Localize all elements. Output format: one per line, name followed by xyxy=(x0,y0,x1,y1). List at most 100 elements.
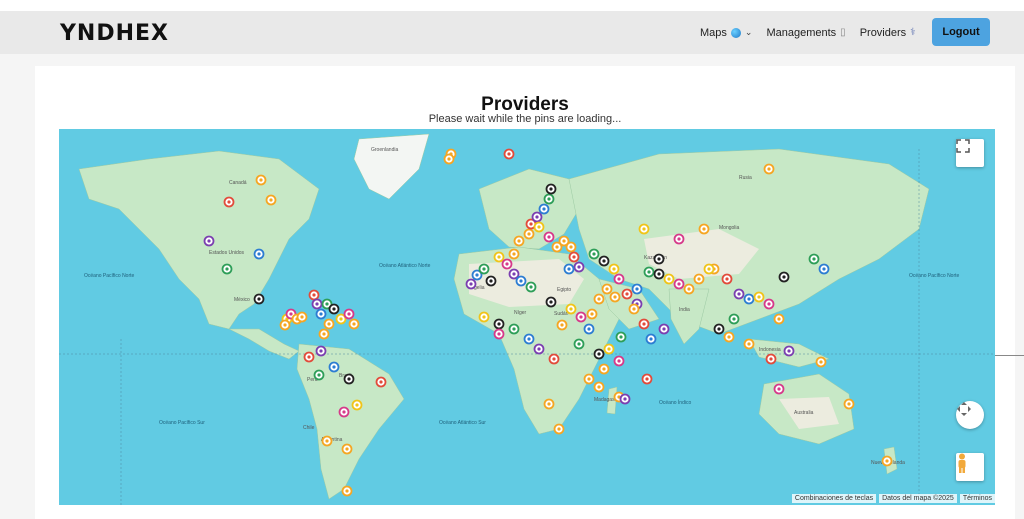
street-view-pegman[interactable] xyxy=(956,453,984,481)
provider-pin-dot xyxy=(355,403,359,407)
divider-line xyxy=(995,355,1024,356)
provider-pin-dot xyxy=(587,377,591,381)
provider-pin-dot xyxy=(613,295,617,299)
provider-pin-dot xyxy=(300,315,304,319)
provider-pin-dot xyxy=(507,152,511,156)
provider-pin-dot xyxy=(847,402,851,406)
provider-pin-dot xyxy=(819,360,823,364)
label-indonesia: Indonesia xyxy=(759,347,781,353)
provider-pin-dot xyxy=(497,255,501,259)
provider-pin-dot xyxy=(597,385,601,389)
provider-pin-dot xyxy=(322,332,326,336)
provider-pin-dot xyxy=(642,227,646,231)
nav-managements[interactable]: Managements ▯ xyxy=(766,27,845,39)
brand-logo[interactable]: YNDHEX xyxy=(60,17,169,49)
label-north-pacific-left: Océano Pacífico Norte xyxy=(84,273,135,279)
provider-pin-dot xyxy=(767,302,771,306)
nav-providers-label: Providers xyxy=(859,26,907,39)
provider-pin-dot xyxy=(777,387,781,391)
provider-pin-dot xyxy=(339,317,343,321)
pegman-icon xyxy=(958,453,966,473)
provider-pin-dot xyxy=(557,427,561,431)
provider-pin-dot xyxy=(569,245,573,249)
label-chile: Chile xyxy=(303,425,315,431)
label-south-atlantic: Océano Atlántico Sur xyxy=(439,420,486,426)
provider-pin-dot xyxy=(617,359,621,363)
provider-pin-dot xyxy=(592,252,596,256)
globe-icon xyxy=(730,27,741,38)
provider-pin-dot xyxy=(529,285,533,289)
terms-link[interactable]: Términos xyxy=(959,494,995,503)
world-map-canvas: Groenlandia Canadá Estados Unidos México… xyxy=(59,133,995,505)
provider-pin-dot xyxy=(475,273,479,277)
provider-pin-dot xyxy=(625,292,629,296)
provider-pin-dot xyxy=(517,239,521,243)
provider-pin-dot xyxy=(317,373,321,377)
pan-arrows-icon xyxy=(957,402,971,416)
pan-control[interactable] xyxy=(956,401,984,429)
label-australia: Australia xyxy=(794,410,814,416)
providers-map[interactable]: Groenlandia Canadá Estados Unidos México… xyxy=(59,129,995,505)
provider-pin-dot xyxy=(259,178,263,182)
provider-pin-dot xyxy=(289,312,293,316)
loading-message: Please wait while the pins are loading..… xyxy=(428,113,622,125)
provider-pin-dot xyxy=(662,327,666,331)
provider-pin-dot xyxy=(677,237,681,241)
nav-maps[interactable]: Maps ⌄ xyxy=(700,27,752,39)
provider-pin-dot xyxy=(725,277,729,281)
provider-pin-dot xyxy=(315,302,319,306)
fullscreen-button[interactable] xyxy=(956,139,984,167)
label-indian-ocean: Océano Índico xyxy=(659,399,691,406)
provider-pin-dot xyxy=(822,267,826,271)
label-usa: Estados Unidos xyxy=(209,250,245,256)
provider-pin-dot xyxy=(782,275,786,279)
provider-pin-dot xyxy=(542,207,546,211)
label-north-pacific-right: Océano Pacífico Norte xyxy=(909,273,960,279)
provider-pin-dot xyxy=(717,327,721,331)
provider-pin-dot xyxy=(577,342,581,346)
provider-pin-dot xyxy=(342,410,346,414)
provider-pin-dot xyxy=(602,367,606,371)
provider-pin-dot xyxy=(527,232,531,236)
provider-pin-dot xyxy=(325,439,329,443)
logo-text: YNDHEX xyxy=(60,20,170,46)
provider-pin-dot xyxy=(325,302,329,306)
provider-pin-dot xyxy=(787,349,791,353)
label-egypt: Egipto xyxy=(557,287,571,293)
provider-pin-dot xyxy=(560,323,564,327)
provider-pin-dot xyxy=(562,239,566,243)
provider-pin-dot xyxy=(555,245,559,249)
provider-pin-dot xyxy=(605,287,609,291)
provider-pin-dot xyxy=(227,200,231,204)
chevron-down-icon: ⌄ xyxy=(744,27,753,37)
provider-pin-dot xyxy=(497,322,501,326)
provider-pin-dot xyxy=(777,317,781,321)
provider-pin-dot xyxy=(537,347,541,351)
provider-pin-dot xyxy=(497,332,501,336)
provider-pin-dot xyxy=(489,279,493,283)
provider-pin-dot xyxy=(607,347,611,351)
provider-pin-dot xyxy=(587,327,591,331)
label-north-atlantic: Océano Atlántico Norte xyxy=(379,263,431,269)
provider-pin-dot xyxy=(667,277,671,281)
provider-pin-dot xyxy=(767,167,771,171)
keyboard-shortcuts-link[interactable]: Combinaciones de teclas xyxy=(791,494,877,503)
provider-pin-dot xyxy=(283,323,287,327)
provider-pin-dot xyxy=(332,307,336,311)
map-data-label: Datos del mapa ©2025 xyxy=(879,494,957,503)
provider-pin-dot xyxy=(632,307,636,311)
logout-button[interactable]: Logout xyxy=(932,18,990,46)
provider-pin-dot xyxy=(482,267,486,271)
provider-pin-dot xyxy=(619,335,623,339)
provider-pin-dot xyxy=(687,287,691,291)
top-strip xyxy=(0,0,1024,11)
nav-providers[interactable]: Providers ⚕ xyxy=(860,27,916,39)
provider-pin-dot xyxy=(885,459,889,463)
provider-pin-dot xyxy=(379,380,383,384)
provider-pin-dot xyxy=(757,295,761,299)
provider-pin-dot xyxy=(537,225,541,229)
label-india: India xyxy=(679,307,690,313)
provider-pin-dot xyxy=(347,377,351,381)
provider-pin-dot xyxy=(747,297,751,301)
land-masses xyxy=(78,133,930,500)
